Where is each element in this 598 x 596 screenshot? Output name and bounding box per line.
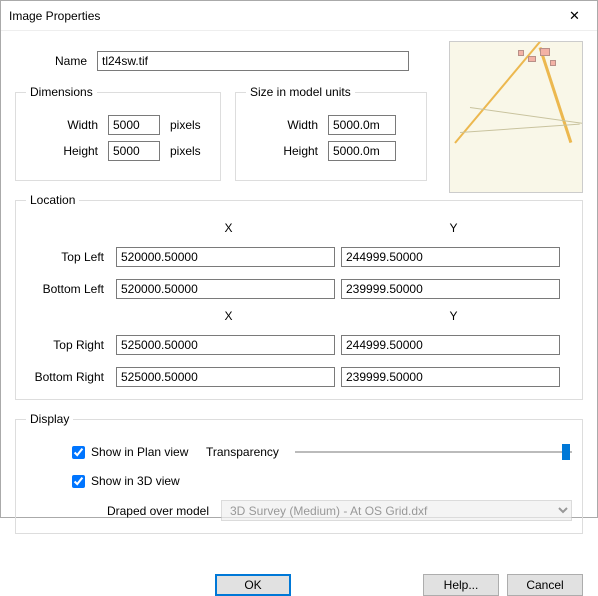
loc-x-label-left: X bbox=[116, 221, 341, 235]
bottom-right-y-input[interactable] bbox=[341, 367, 560, 387]
loc-y-label-left: Y bbox=[341, 221, 566, 235]
title-bar: Image Properties ✕ bbox=[1, 1, 597, 31]
mu-height-label: Height bbox=[246, 144, 328, 158]
top-left-y-input[interactable] bbox=[341, 247, 560, 267]
display-group: Display Show in Plan view Transparency S… bbox=[15, 412, 583, 534]
modelunits-group: Size in model units Width Height bbox=[235, 85, 427, 181]
loc-x-label-right: X bbox=[116, 309, 341, 323]
dim-height-unit: pixels bbox=[170, 144, 201, 158]
bottom-right-label: Bottom Right bbox=[32, 370, 116, 384]
bottom-left-label: Bottom Left bbox=[32, 282, 116, 296]
drape-label: Draped over model bbox=[26, 504, 221, 518]
name-input[interactable] bbox=[97, 51, 409, 71]
map-thumbnail bbox=[449, 41, 583, 193]
dim-width-unit: pixels bbox=[170, 118, 201, 132]
dim-height-input[interactable] bbox=[108, 141, 160, 161]
top-right-y-input[interactable] bbox=[341, 335, 560, 355]
transparency-label: Transparency bbox=[206, 445, 279, 459]
dimensions-legend: Dimensions bbox=[26, 85, 97, 99]
display-legend: Display bbox=[26, 412, 73, 426]
dimensions-group: Dimensions Width pixels Height pixels bbox=[15, 85, 221, 181]
show-3d-label: Show in 3D view bbox=[91, 474, 180, 488]
ok-button[interactable]: OK bbox=[215, 574, 291, 596]
location-legend: Location bbox=[26, 193, 79, 207]
help-button[interactable]: Help... bbox=[423, 574, 499, 596]
name-label: Name bbox=[15, 54, 97, 68]
close-icon[interactable]: ✕ bbox=[552, 1, 597, 31]
mu-width-label: Width bbox=[246, 118, 328, 132]
dim-width-input[interactable] bbox=[108, 115, 160, 135]
top-left-label: Top Left bbox=[32, 250, 116, 264]
dim-width-label: Width bbox=[26, 118, 108, 132]
bottom-right-x-input[interactable] bbox=[116, 367, 335, 387]
bottom-left-x-input[interactable] bbox=[116, 279, 335, 299]
show-3d-checkbox[interactable] bbox=[72, 475, 85, 488]
top-right-x-input[interactable] bbox=[116, 335, 335, 355]
loc-y-label-right: Y bbox=[341, 309, 566, 323]
dim-height-label: Height bbox=[26, 144, 108, 158]
mu-height-input[interactable] bbox=[328, 141, 396, 161]
cancel-button[interactable]: Cancel bbox=[507, 574, 583, 596]
transparency-slider[interactable] bbox=[295, 442, 572, 462]
window-title: Image Properties bbox=[9, 9, 100, 23]
top-left-x-input[interactable] bbox=[116, 247, 335, 267]
location-group: Location X Y Top Left Bottom Left bbox=[15, 193, 583, 400]
button-bar: OK Help... Cancel bbox=[1, 556, 597, 596]
mu-width-input[interactable] bbox=[328, 115, 396, 135]
show-plan-checkbox[interactable] bbox=[72, 446, 85, 459]
bottom-left-y-input[interactable] bbox=[341, 279, 560, 299]
slider-thumb[interactable] bbox=[562, 444, 570, 460]
modelunits-legend: Size in model units bbox=[246, 85, 355, 99]
top-right-label: Top Right bbox=[32, 338, 116, 352]
show-plan-label: Show in Plan view bbox=[91, 445, 188, 459]
